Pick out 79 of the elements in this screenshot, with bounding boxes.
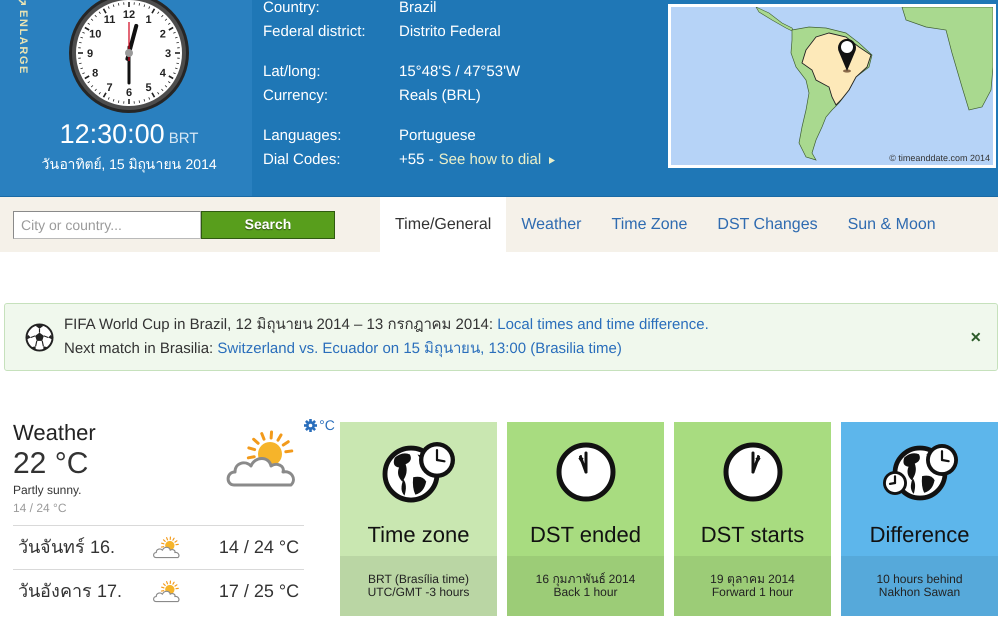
map-credit: © timeanddate.com 2014 xyxy=(889,153,990,164)
info-value: Distrito Federal xyxy=(399,22,501,42)
card-detail: Back 1 hour xyxy=(553,586,618,599)
weather-heading: Weather xyxy=(13,422,97,444)
forecast-temperature: 14 / 24 °C xyxy=(218,536,300,559)
search-field[interactable]: City or country... xyxy=(13,210,201,238)
central-america-shape xyxy=(755,7,795,33)
current-date: วันอาทิตย์, 15 มิถุนายน 2014 xyxy=(41,154,217,174)
current-temperature: 22 °C xyxy=(13,448,90,480)
info-card[interactable]: DST ended 16 กุมภาพันธ์ 2014 Back 1 hour xyxy=(507,422,664,616)
clock-hands xyxy=(125,22,138,84)
info-card[interactable]: DST starts 19 ตุลาคม 2014 Forward 1 hour xyxy=(674,422,831,616)
info-label: Federal district: xyxy=(263,22,367,42)
info-value: Reals (BRL) xyxy=(399,86,481,106)
clock-icon xyxy=(722,441,784,503)
info-value: Portuguese xyxy=(399,126,476,146)
clock-numeral: 9 xyxy=(86,48,94,60)
search-button[interactable]: Search xyxy=(201,210,335,238)
info-value: +55 - xyxy=(399,150,434,170)
clock-numeral: 10 xyxy=(89,28,102,40)
clock-numeral: 5 xyxy=(145,82,152,94)
clock-numeral: 11 xyxy=(104,14,116,26)
clock-numeral: 3 xyxy=(164,48,172,60)
settings-icon xyxy=(304,418,318,432)
info-label: Languages: xyxy=(263,126,342,146)
clock-numeral: 12 xyxy=(122,9,136,21)
globe-clocks-icon xyxy=(880,441,958,503)
clock-numeral: 2 xyxy=(160,28,166,40)
card-detail: 16 กุมภาพันธ์ 2014 xyxy=(536,573,636,586)
clock-numeral: 4 xyxy=(160,68,166,80)
card-title: Time zone xyxy=(368,522,470,548)
forecast-day: วันอังคาร 17. xyxy=(13,578,152,605)
clock-numeral: 6 xyxy=(126,87,132,99)
card-detail: 19 ตุลาคม 2014 xyxy=(710,573,795,586)
nav-tab[interactable]: Sun & Moon xyxy=(832,197,951,252)
location-pin-icon xyxy=(838,38,856,73)
unit-settings-button[interactable]: °C xyxy=(304,417,340,433)
banner-text: Next match in Brasilia: Switzerland vs. Ecuador on 15 มิถุนายน, 13:00 (Brasilia time) xyxy=(64,339,623,360)
temperature-range: 14 / 24 °C xyxy=(13,501,68,515)
nav-tab[interactable]: Time/General xyxy=(380,197,506,252)
info-card[interactable]: Time zone BRT (Brasília time) UTC/GMT -3 hours xyxy=(340,422,497,616)
nav-tab[interactable]: DST Changes xyxy=(702,197,833,252)
dial-link[interactable]: See how to dial xyxy=(438,148,556,172)
enlarge-button[interactable]: ENLARGE xyxy=(16,0,29,75)
current-time: 12:30:00 xyxy=(60,118,165,150)
enlarge-icon xyxy=(18,0,27,5)
banner-text: FIFA World Cup in Brazil, 12 มิถุนายน 2014 – 13 กรกฎาคม 2014: Local times and time difference. xyxy=(64,315,710,336)
card-detail: Nakhon Sawan xyxy=(878,586,960,599)
card-title: DST starts xyxy=(700,522,804,548)
clock-numeral: 8 xyxy=(92,68,98,80)
info-label: Currency: xyxy=(263,86,330,106)
card-title: DST ended xyxy=(530,522,641,548)
card-detail: BRT (Brasília time) xyxy=(368,573,469,586)
forecast-day: วันจันทร์ 16. xyxy=(13,534,152,561)
info-value: 15°48'S / 47°53'W xyxy=(399,62,520,82)
nav-tab[interactable]: Time Zone xyxy=(596,197,702,252)
globe-clock-icon xyxy=(380,441,456,503)
info-card[interactable]: Difference 10 hours behind Nakhon Sawan xyxy=(841,422,998,616)
info-label: Country: xyxy=(263,0,321,18)
caret-right-icon xyxy=(549,156,556,164)
time-zone-abbreviation: BRT xyxy=(168,129,198,149)
clock-numeral: 1 xyxy=(145,14,152,26)
info-label: Lat/long: xyxy=(263,62,322,82)
close-button[interactable]: × xyxy=(970,328,981,346)
banner-link[interactable]: Switzerland vs. Ecuador on 15 มิถุนายน, 13:00 (Brasilia time) xyxy=(217,340,622,357)
forecast-temperature: 17 / 25 °C xyxy=(218,580,300,603)
banner-link[interactable]: Local times and time difference. xyxy=(497,316,709,333)
card-detail: 10 hours behind xyxy=(876,573,963,586)
info-value: Brazil xyxy=(399,0,437,18)
weather-condition: Partly sunny. xyxy=(13,483,82,497)
card-detail: UTC/GMT -3 hours xyxy=(368,586,470,599)
info-label: Dial Codes: xyxy=(263,150,342,170)
card-title: Difference xyxy=(870,522,970,548)
card-detail: Forward 1 hour xyxy=(712,586,794,599)
nav-tab[interactable]: Weather xyxy=(506,197,597,252)
soccer-ball-icon xyxy=(25,322,54,352)
location-map[interactable]: © timeanddate.com 2014 xyxy=(668,4,996,168)
clock-numeral: 7 xyxy=(106,82,113,94)
clock-icon xyxy=(554,441,616,503)
